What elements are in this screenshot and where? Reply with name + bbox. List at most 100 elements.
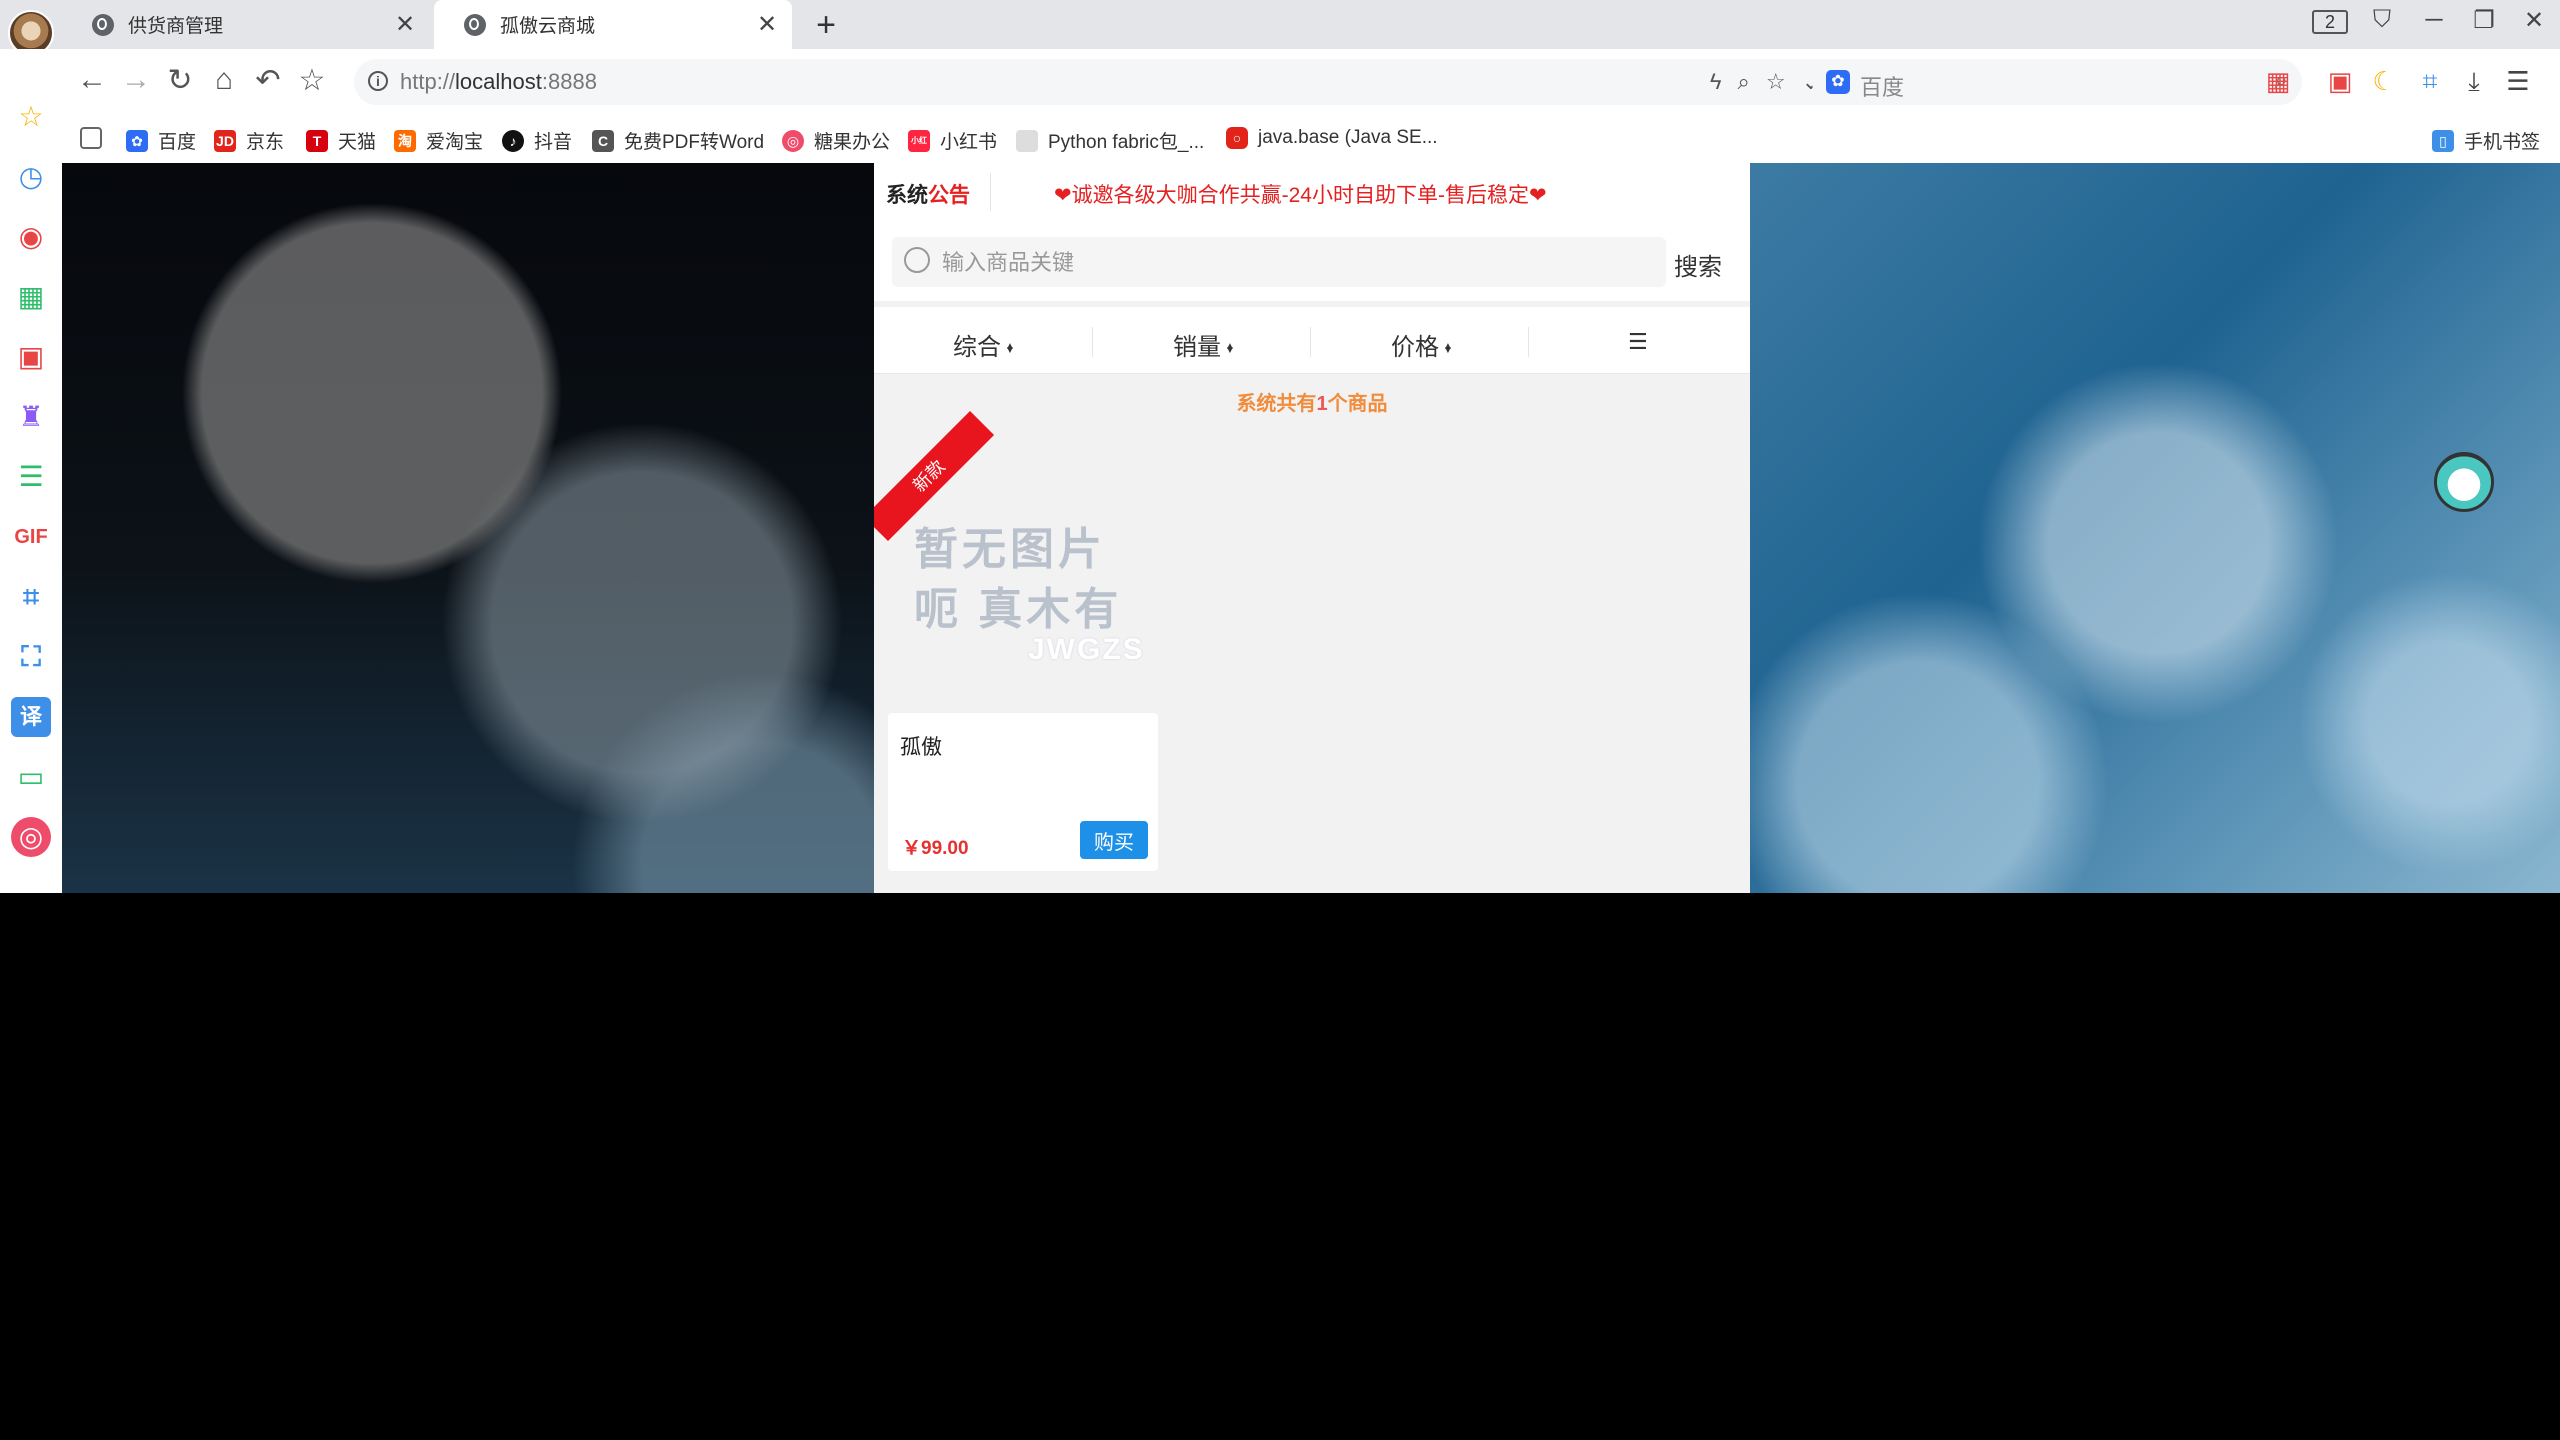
sort-sales[interactable]: 销量 ▲ ▼ xyxy=(1094,327,1314,362)
mascot-icon[interactable] xyxy=(2434,452,2494,512)
tmall-icon: T xyxy=(306,129,328,152)
sort-arrows-icon: ▲ ▼ xyxy=(1225,340,1235,356)
skin-icon[interactable]: ⛉ xyxy=(2362,6,2402,34)
bookmark-label: 糖果办公 xyxy=(814,132,891,153)
bookmark-python-fabric[interactable]: Python fabric包_... xyxy=(1016,127,1204,154)
baidu-paw-icon: ✿ xyxy=(1826,70,1850,94)
bookmark-tmall[interactable]: T 天猫 xyxy=(306,127,376,154)
bookmark-label: 京东 xyxy=(246,132,285,153)
notice-text: ❤诚邀各级大咖合作共赢-24小时自助下单-售后稳定❤ xyxy=(1054,184,1547,207)
bookmark-pdf-to-word[interactable]: C 免费PDF转Word xyxy=(592,127,764,154)
bookmark-label: java.base (Java SE... xyxy=(1258,127,1438,148)
product-search-input[interactable] xyxy=(940,245,1644,281)
monitor-icon[interactable]: ▭ xyxy=(11,757,51,797)
lightning-icon[interactable]: ϟ xyxy=(1710,69,1738,94)
undo-close-icon[interactable]: ↶ xyxy=(248,63,288,98)
product-card[interactable]: 新款 暂无图片 呃 真木有 JWGZS 孤傲 ￥99.00 购买 xyxy=(874,410,1158,881)
close-tab-icon[interactable]: ✕ xyxy=(392,12,418,38)
apps-icon[interactable]: ▦ xyxy=(2262,65,2294,97)
tab-guao-cloud-mall[interactable]: 孤傲云商城 ✕ xyxy=(434,0,792,49)
bookmark-baidu[interactable]: ✿ 百度 xyxy=(126,127,196,154)
pdf-toolbar-icon[interactable]: ▣ xyxy=(2324,65,2356,97)
screenshot-icon[interactable]: ⛶ xyxy=(11,637,51,677)
night-mode-icon[interactable]: ☾ xyxy=(2368,65,2400,97)
browser-sidebar: ☆ ◷ ◉ ▦ ▣ ♜ ☰ GIF ⌗ ⛶ 译 ▭ ◎ xyxy=(0,49,62,893)
zoom-icon[interactable]: ⌕ xyxy=(1738,69,1766,94)
menu-icon[interactable]: ☰ xyxy=(2502,65,2534,97)
candy-office-sidebar-icon[interactable]: ◎ xyxy=(11,817,51,857)
search-engine-placeholder: 百度 xyxy=(1860,75,1905,100)
download-icon[interactable]: ⤓ xyxy=(2458,65,2490,97)
back-icon[interactable]: ← xyxy=(72,63,112,97)
url-field[interactable]: i http://localhost:8888 ϟ⌕☆⌄ xyxy=(354,59,1854,105)
notes-icon[interactable]: ☰ xyxy=(11,457,51,497)
record-icon[interactable]: ◉ xyxy=(11,217,51,257)
buy-button[interactable]: 购买 xyxy=(1080,821,1148,859)
history-icon[interactable]: ◷ xyxy=(11,157,51,197)
bookmark-candy-office[interactable]: ◎ 糖果办公 xyxy=(782,127,890,154)
new-tab-button[interactable]: + xyxy=(808,6,844,45)
favorites-icon[interactable]: ☆ xyxy=(11,97,51,137)
shop-page: 系统公告 ❤诚邀各级大咖合作共赢-24小时自助下单-售后稳定❤ 搜索 综合▲▼ … xyxy=(874,163,1750,893)
close-tab-icon[interactable]: ✕ xyxy=(754,12,780,38)
restore-button[interactable]: ❐ xyxy=(2464,6,2504,35)
tab-supplier-management[interactable]: 供货商管理 ✕ xyxy=(62,0,430,49)
close-window-button[interactable]: ✕ xyxy=(2514,6,2554,35)
sort-arrows-icon: ▲ ▼ xyxy=(1005,340,1015,356)
sort-label: 价格 xyxy=(1391,334,1440,361)
aitaobao-icon: 淘 xyxy=(394,129,416,152)
baidu-icon: ✿ xyxy=(126,129,148,152)
bookmark-label: 抖音 xyxy=(534,132,573,153)
product-info: 孤傲 ￥99.00 购买 xyxy=(888,713,1158,871)
bookmark-label: 天猫 xyxy=(338,132,377,153)
oracle-icon: ○ xyxy=(1226,127,1248,149)
sort-arrows-icon: ▲ ▼ xyxy=(1443,340,1453,356)
pdf-icon[interactable]: ▣ xyxy=(11,337,51,377)
bookmark-label: Python fabric包_... xyxy=(1048,132,1205,153)
product-search-field[interactable] xyxy=(892,237,1666,287)
url-text: http://localhost:8888 xyxy=(400,69,597,94)
gif-icon[interactable]: GIF xyxy=(11,517,51,557)
watermark-text: JWGZS xyxy=(1028,633,1145,666)
translate-icon[interactable]: 译 xyxy=(11,697,51,737)
list-view-icon[interactable]: ☰ xyxy=(1628,329,1648,355)
product-name[interactable]: 孤傲 xyxy=(900,731,942,761)
search-button[interactable]: 搜索 xyxy=(1674,247,1722,282)
crop-icon[interactable]: ⌗ xyxy=(11,577,51,617)
crop-toolbar-icon[interactable]: ⌗ xyxy=(2414,65,2446,97)
bookmark-label: 免费PDF转Word xyxy=(624,132,765,153)
bookmark-java-base[interactable]: ○ java.base (Java SE... xyxy=(1226,127,1438,149)
forward-icon[interactable]: → xyxy=(116,63,156,97)
bookmark-aitaobao[interactable]: 淘爱淘宝 xyxy=(394,127,483,154)
mobile-bookmarks[interactable]: ▯ 手机书签 xyxy=(2432,127,2540,154)
reload-icon[interactable]: ↻ xyxy=(160,63,200,98)
background-left xyxy=(62,163,874,893)
no-image-subtext: 呃 真木有 xyxy=(914,585,1123,634)
sort-price[interactable]: 价格 ▲ ▼ xyxy=(1312,327,1532,362)
bookmark-star-icon[interactable]: ☆ xyxy=(292,63,332,98)
sidebar-toggle-icon[interactable] xyxy=(80,127,112,149)
bookmark-label: 百度 xyxy=(158,132,197,153)
tab-count-badge[interactable]: 2 xyxy=(2312,10,2348,34)
bookmark-douyin[interactable]: ♪ 抖音 xyxy=(502,127,572,154)
no-image-text: 暂无图片 xyxy=(914,525,1106,574)
search-icon xyxy=(904,247,930,273)
site-info-icon[interactable]: i xyxy=(368,71,388,91)
bug-icon[interactable]: ♜ xyxy=(11,397,51,437)
search-row: 搜索 xyxy=(874,221,1750,301)
bookmark-jd[interactable]: JD 京东 xyxy=(214,127,284,154)
product-price: ￥99.00 xyxy=(902,838,969,859)
product-image-placeholder[interactable]: 新款 暂无图片 呃 真木有 JWGZS xyxy=(874,410,1158,713)
minimize-button[interactable]: ─ xyxy=(2414,6,2454,34)
globe-icon xyxy=(464,13,486,36)
apps-grid-icon[interactable]: ▦ xyxy=(11,277,51,317)
sort-divider xyxy=(1310,327,1311,357)
star-icon[interactable]: ☆ xyxy=(1766,69,1802,94)
home-icon[interactable]: ⌂ xyxy=(204,63,244,97)
address-bar: ← → ↻ ⌂ ↶ ☆ i http://localhost:8888 ϟ⌕☆⌄… xyxy=(62,49,2560,119)
tab-bar: 供货商管理 ✕ 孤傲云商城 ✕ + 2 ⛉ ─ ❐ ✕ xyxy=(0,0,2560,56)
sort-label: 销量 xyxy=(1173,334,1222,361)
sort-comprehensive[interactable]: 综合 ▲ ▼ xyxy=(874,327,1094,362)
bookmark-xiaohongshu[interactable]: 小红 小红书 xyxy=(908,127,997,154)
search-engine-field[interactable]: ✿ 百度 ⌕ xyxy=(1812,59,2302,105)
